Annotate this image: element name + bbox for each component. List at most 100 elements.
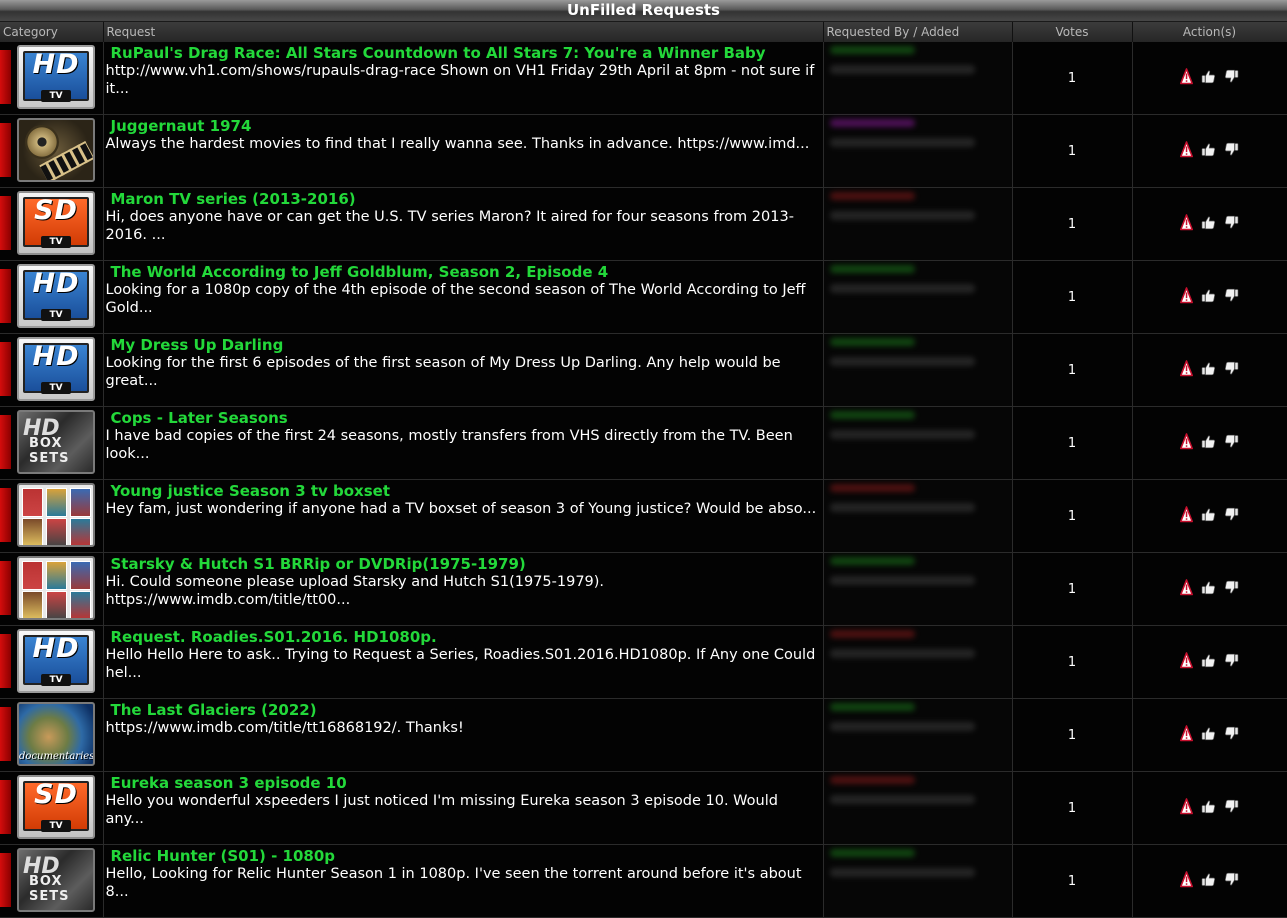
thumbs-down-icon[interactable] xyxy=(1224,215,1239,234)
thumbs-down-icon[interactable] xyxy=(1224,726,1239,745)
thumbs-down-icon[interactable] xyxy=(1224,288,1239,307)
row-marker xyxy=(0,196,11,250)
request-cell: Starsky & Hutch S1 BRRip or DVDRip(1975-… xyxy=(103,552,824,626)
thumbs-up-icon[interactable] xyxy=(1201,361,1216,380)
requester-name-blurred[interactable] xyxy=(829,776,915,784)
sd-tv-icon[interactable]: SD TV xyxy=(17,775,95,839)
column-header-request[interactable]: Request xyxy=(103,22,824,42)
report-warning-icon[interactable] xyxy=(1180,140,1194,162)
request-title-link[interactable]: The Last Glaciers (2022) xyxy=(106,701,823,719)
report-warning-icon[interactable] xyxy=(1180,797,1194,819)
votes-cell: 1 xyxy=(1012,260,1133,334)
votes-cell: 1 xyxy=(1012,552,1133,626)
requester-name-blurred[interactable] xyxy=(829,557,915,565)
thumbs-up-icon[interactable] xyxy=(1201,215,1216,234)
hd-box-sets-icon[interactable]: HD BOX SETS xyxy=(17,410,95,474)
thumbs-up-icon[interactable] xyxy=(1201,142,1216,161)
thumbs-up-icon[interactable] xyxy=(1201,580,1216,599)
table-row: Young justice Season 3 tv boxset Hey fam… xyxy=(0,479,1287,553)
requester-name-blurred[interactable] xyxy=(829,849,915,857)
thumbs-up-icon[interactable] xyxy=(1201,799,1216,818)
request-title-link[interactable]: Young justice Season 3 tv boxset xyxy=(106,482,823,500)
row-marker xyxy=(0,123,11,177)
request-title-link[interactable]: RuPaul's Drag Race: All Stars Countdown … xyxy=(106,44,823,62)
report-warning-icon[interactable] xyxy=(1180,651,1194,673)
requester-name-blurred[interactable] xyxy=(829,46,915,54)
hd-box-sets-icon[interactable]: HD BOX SETS xyxy=(17,848,95,912)
report-warning-icon[interactable] xyxy=(1180,870,1194,892)
requester-name-blurred[interactable] xyxy=(829,411,915,419)
thumbs-up-icon[interactable] xyxy=(1201,69,1216,88)
request-title-link[interactable]: The World According to Jeff Goldblum, Se… xyxy=(106,263,823,281)
request-title-link[interactable]: Cops - Later Seasons xyxy=(106,409,823,427)
thumbs-down-icon[interactable] xyxy=(1224,434,1239,453)
requester-name-blurred[interactable] xyxy=(829,338,915,346)
category-cell: HD TV xyxy=(0,333,104,407)
requested-by-cell xyxy=(823,552,1013,626)
hd-tv-icon[interactable]: HD TV xyxy=(17,264,95,328)
tv-box-sets-icon[interactable] xyxy=(17,556,95,620)
thumbs-up-icon[interactable] xyxy=(1201,507,1216,526)
actions-cell xyxy=(1132,698,1287,772)
report-warning-icon[interactable] xyxy=(1180,432,1194,454)
report-warning-icon[interactable] xyxy=(1180,359,1194,381)
report-warning-icon[interactable] xyxy=(1180,578,1194,600)
thumbs-up-icon[interactable] xyxy=(1201,288,1216,307)
thumbs-up-icon[interactable] xyxy=(1201,872,1216,891)
added-date-blurred xyxy=(829,357,975,366)
request-cell: Request. Roadies.S01.2016. HD1080p. Hell… xyxy=(103,625,824,699)
actions-cell xyxy=(1132,625,1287,699)
requested-by-cell xyxy=(823,844,1013,918)
table-row: Juggernaut 1974 Always the hardest movie… xyxy=(0,114,1287,188)
thumbs-down-icon[interactable] xyxy=(1224,142,1239,161)
hd-tv-icon[interactable]: HD TV xyxy=(17,337,95,401)
thumbs-down-icon[interactable] xyxy=(1224,507,1239,526)
thumbs-down-icon[interactable] xyxy=(1224,361,1239,380)
thumbs-down-icon[interactable] xyxy=(1224,653,1239,672)
thumbs-down-icon[interactable] xyxy=(1224,580,1239,599)
row-marker xyxy=(0,415,11,469)
thumbs-up-icon[interactable] xyxy=(1201,726,1216,745)
report-warning-icon[interactable] xyxy=(1180,67,1194,89)
request-title-link[interactable]: My Dress Up Darling xyxy=(106,336,823,354)
request-title-link[interactable]: Eureka season 3 episode 10 xyxy=(106,774,823,792)
requester-name-blurred[interactable] xyxy=(829,484,915,492)
hd-tv-icon[interactable]: HD TV xyxy=(17,45,95,109)
tv-box-sets-icon[interactable] xyxy=(17,483,95,547)
request-title-link[interactable]: Request. Roadies.S01.2016. HD1080p. xyxy=(106,628,823,646)
thumbs-up-icon[interactable] xyxy=(1201,434,1216,453)
row-marker xyxy=(0,707,11,761)
hd-tv-icon[interactable]: HD TV xyxy=(17,629,95,693)
thumbs-up-icon[interactable] xyxy=(1201,653,1216,672)
report-warning-icon[interactable] xyxy=(1180,724,1194,746)
row-marker xyxy=(0,853,11,907)
requester-name-blurred[interactable] xyxy=(829,630,915,638)
report-warning-icon[interactable] xyxy=(1180,213,1194,235)
request-title-link[interactable]: Juggernaut 1974 xyxy=(106,117,823,135)
requester-name-blurred[interactable] xyxy=(829,703,915,711)
requester-name-blurred[interactable] xyxy=(829,265,915,273)
requested-by-cell xyxy=(823,187,1013,261)
request-title-link[interactable]: Maron TV series (2013-2016) xyxy=(106,190,823,208)
request-title-link[interactable]: Starsky & Hutch S1 BRRip or DVDRip(1975-… xyxy=(106,555,823,573)
thumbs-down-icon[interactable] xyxy=(1224,69,1239,88)
documentaries-icon[interactable]: documentaries xyxy=(17,702,95,766)
added-date-blurred xyxy=(829,649,975,658)
sd-tv-icon[interactable]: SD TV xyxy=(17,191,95,255)
requester-name-blurred[interactable] xyxy=(829,192,915,200)
movie-reel-icon[interactable] xyxy=(17,118,95,182)
column-header-category[interactable]: Category xyxy=(0,22,104,42)
requested-by-cell xyxy=(823,625,1013,699)
category-cell: SD TV xyxy=(0,187,104,261)
thumbs-down-icon[interactable] xyxy=(1224,872,1239,891)
table-row: SD TV Maron TV series (2013-2016) Hi, does… xyxy=(0,187,1287,261)
column-header-votes[interactable]: Votes xyxy=(1012,22,1133,42)
report-warning-icon[interactable] xyxy=(1180,505,1194,527)
table-row: Starsky & Hutch S1 BRRip or DVDRip(1975-… xyxy=(0,552,1287,626)
requester-name-blurred[interactable] xyxy=(829,119,915,127)
request-title-link[interactable]: Relic Hunter (S01) - 1080p xyxy=(106,847,823,865)
column-header-requested-by[interactable]: Requested By / Added xyxy=(823,22,1013,42)
report-warning-icon[interactable] xyxy=(1180,286,1194,308)
thumbs-down-icon[interactable] xyxy=(1224,799,1239,818)
actions-cell xyxy=(1132,844,1287,918)
